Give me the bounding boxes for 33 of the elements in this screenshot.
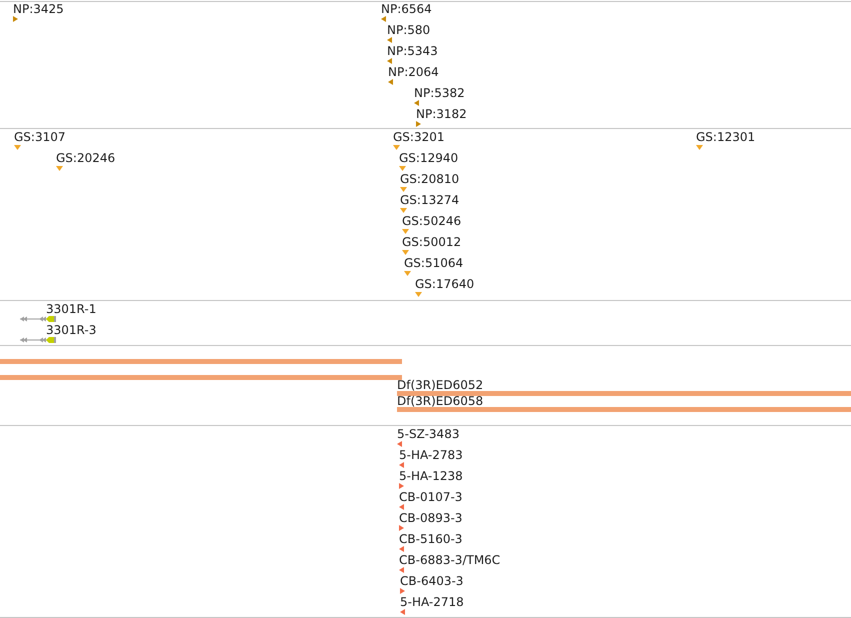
- feature-label: CB-6883-3/TM6C: [399, 553, 500, 567]
- feature-label: NP:580: [387, 23, 430, 37]
- feature-label: NP:3182: [416, 107, 467, 121]
- feature-label: GS:50012: [402, 235, 462, 249]
- feature-label: GS:20810: [400, 172, 460, 186]
- feature-label: GS:12940: [399, 151, 458, 165]
- feature-label: GS:20246: [56, 151, 116, 165]
- feature-label: GS:17640: [415, 277, 474, 291]
- feature-label: 3301R-1: [46, 302, 96, 316]
- feature-label: CB-6403-3: [400, 574, 464, 588]
- feature-label: 5-HA-1238: [399, 469, 463, 483]
- feature-label: 5-SZ-3483: [397, 427, 460, 441]
- feature-label: Df(3R)ED6058: [397, 396, 484, 407]
- feature-label: CB-0893-3: [399, 511, 462, 525]
- gene-model-icon: [20, 337, 56, 343]
- feature-label: GS:3201: [393, 130, 444, 144]
- feature-label: GS:51064: [404, 256, 464, 270]
- feature-label: NP:5343: [387, 44, 438, 58]
- feature-label: GS:13274: [400, 193, 460, 207]
- feature-label: GS:12301: [696, 130, 756, 144]
- feature-label: GS:3107: [14, 130, 66, 144]
- feature-label: NP:2064: [388, 65, 439, 79]
- feature-label: 5-HA-2718: [400, 595, 464, 609]
- feature-label: NP:5382: [414, 86, 465, 100]
- feature-label: 3301R-3: [46, 323, 96, 337]
- feature-label: GS:50246: [402, 214, 462, 228]
- feature-label: Df(3R)ED6052: [397, 380, 484, 391]
- feature-label: CB-0107-3: [399, 490, 462, 504]
- gene-model-icon: [20, 316, 56, 322]
- feature-label: NP:6564: [381, 2, 432, 16]
- feature-label: NP:3425: [13, 2, 64, 16]
- feature-label: CB-5160-3: [399, 532, 462, 546]
- feature-label: 5-HA-2783: [399, 448, 463, 462]
